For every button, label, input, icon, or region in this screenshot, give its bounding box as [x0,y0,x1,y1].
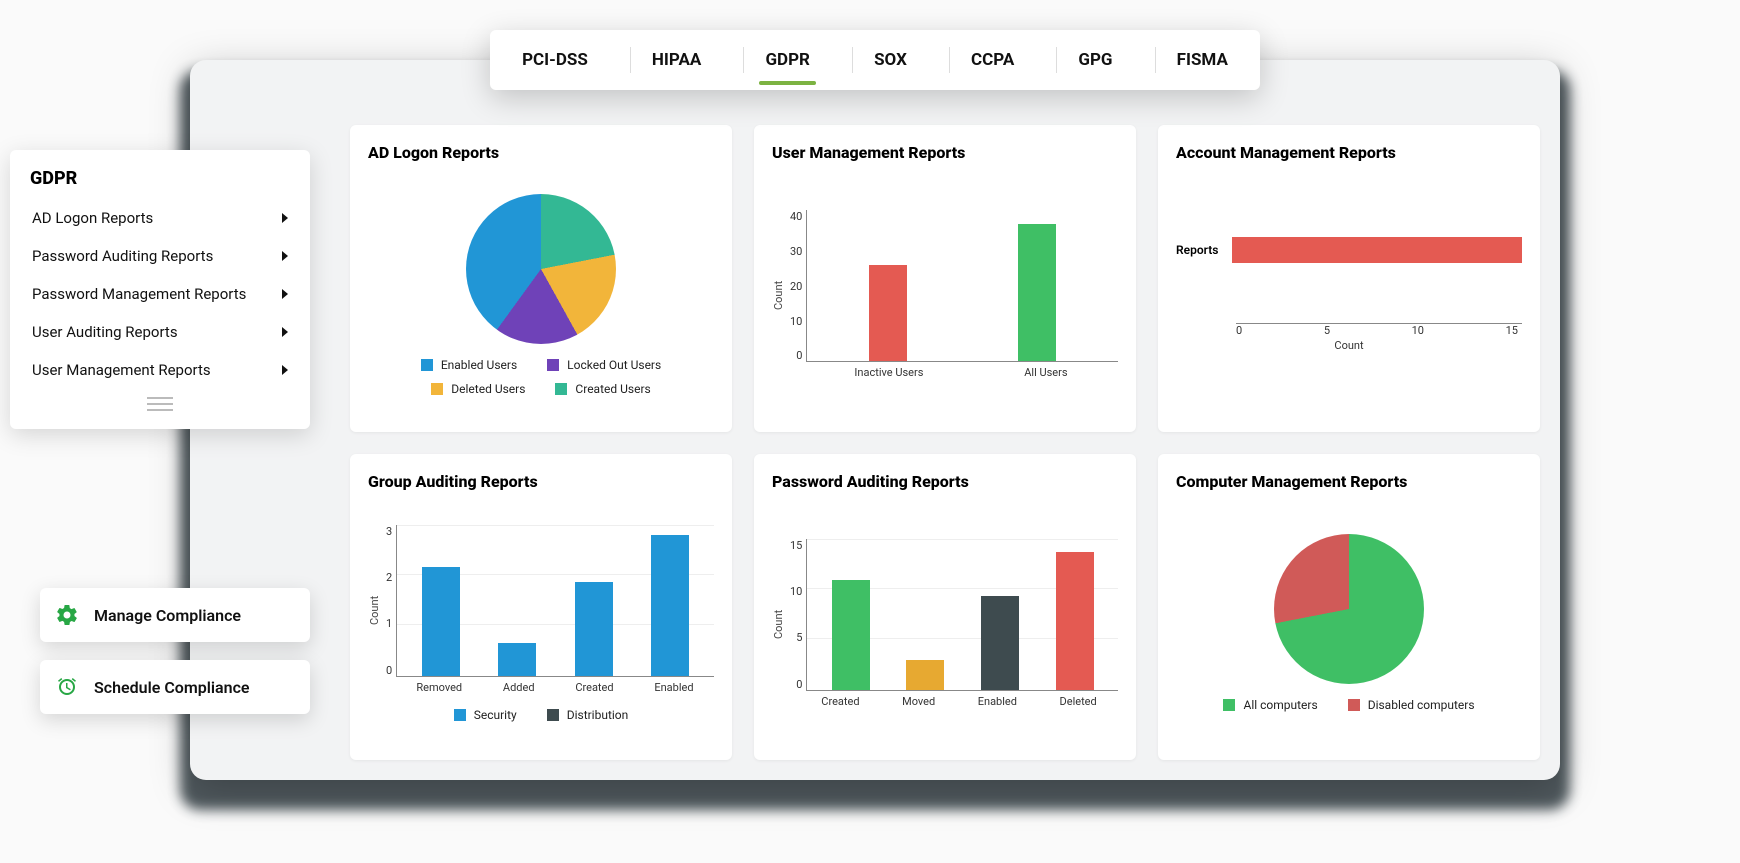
caret-right-icon [282,213,288,223]
card-title: AD Logon Reports [368,143,714,162]
bar-created [575,582,613,676]
tab-hipaa[interactable]: HIPAA [638,32,715,88]
caret-right-icon [282,327,288,337]
caret-right-icon [282,251,288,261]
sidebar-item-user-mgmt[interactable]: User Management Reports [10,351,310,389]
sidebar-item-label: Password Auditing Reports [32,247,213,265]
caret-right-icon [282,365,288,375]
legend-item: Created Users [555,382,650,396]
pie-comp-mgmt [1274,534,1424,684]
sidebar-item-ad-logon[interactable]: AD Logon Reports [10,199,310,237]
legend-item: All computers [1223,698,1317,712]
y-axis-label: Count [772,210,788,380]
card-title: Computer Management Reports [1176,472,1522,491]
hbar-track [1232,237,1522,263]
hbar-fill [1232,237,1522,263]
card-comp-mgmt: Computer Management Reports All computer… [1158,454,1540,761]
legend-item: Locked Out Users [547,358,661,372]
sidebar-item-user-audit[interactable]: User Auditing Reports [10,313,310,351]
legend-item: Security [454,708,517,722]
card-title: Account Management Reports [1176,143,1522,162]
pie-chart: All computers Disabled computers [1176,501,1522,747]
sidebar-item-label: Password Management Reports [32,285,246,303]
plot-area [396,525,714,677]
caret-right-icon [282,289,288,299]
card-title: Group Auditing Reports [368,472,714,491]
card-group-audit: Group Auditing Reports Count 3 2 1 0 [350,454,732,761]
sidebar-item-label: User Auditing Reports [32,323,178,341]
legend: Enabled Users Locked Out Users Deleted U… [368,358,714,396]
hbar-row-label: Reports [1176,243,1218,257]
bar-created [832,580,870,690]
bar-enabled [981,596,1019,690]
card-ad-logon: AD Logon Reports Enabled Users Locked Ou… [350,125,732,432]
pie-ad-logon [466,194,616,344]
card-user-mgmt: User Management Reports Count 40 30 20 1… [754,125,1136,432]
bar-deleted [1056,552,1094,689]
sidebar: GDPR AD Logon Reports Password Auditing … [10,150,310,429]
hamburger-icon[interactable] [147,397,173,411]
reports-grid: AD Logon Reports Enabled Users Locked Ou… [350,125,1540,760]
y-ticks: 3 2 1 0 [384,525,396,695]
bar-moved [906,660,944,690]
hbar-chart: Reports 0 5 10 15 Count [1176,172,1522,418]
x-ticks: 0 5 10 15 [1236,324,1518,337]
bar-all-users [1018,224,1056,361]
pie-chart: Enabled Users Locked Out Users Deleted U… [368,172,714,418]
legend: All computers Disabled computers [1223,698,1474,712]
sidebar-title: GDPR [10,168,310,199]
bar-chart: Count 40 30 20 10 0 [772,172,1118,418]
y-axis-label: Count [772,539,788,709]
app-window: AD Logon Reports Enabled Users Locked Ou… [190,60,1560,780]
legend: Security Distribution [368,708,714,722]
x-axis-label: Count [1176,339,1522,352]
plot-area [806,210,1118,362]
bar-chart: Count 15 10 5 0 [772,501,1118,747]
bar-removed [422,567,460,676]
action-label: Manage Compliance [94,606,241,625]
plot-area [806,539,1118,691]
legend-item: Enabled Users [421,358,517,372]
card-title: User Management Reports [772,143,1118,162]
bar-added [498,643,536,676]
y-ticks: 40 30 20 10 0 [788,210,806,380]
y-axis-label: Count [368,525,384,695]
sidebar-item-pwd-audit[interactable]: Password Auditing Reports [10,237,310,275]
manage-compliance-button[interactable]: Manage Compliance [40,588,310,642]
compliance-tabs: PCI-DSS HIPAA GDPR SOX CCPA GPG FISMA [490,30,1260,90]
sidebar-item-label: User Management Reports [32,361,211,379]
tab-sox[interactable]: SOX [860,32,921,88]
legend-item: Deleted Users [431,382,525,396]
bar-chart: Count 3 2 1 0 [368,501,714,747]
gear-icon [54,602,80,628]
card-title: Password Auditing Reports [772,472,1118,491]
tab-fisma[interactable]: FISMA [1163,32,1242,88]
card-acct-mgmt: Account Management Reports Reports 0 5 1… [1158,125,1540,432]
tab-gpg[interactable]: GPG [1064,32,1126,88]
legend-item: Disabled computers [1348,698,1475,712]
alarm-clock-icon [54,674,80,700]
legend-item: Distribution [547,708,629,722]
schedule-compliance-button[interactable]: Schedule Compliance [40,660,310,714]
tab-ccpa[interactable]: CCPA [957,32,1028,88]
y-ticks: 15 10 5 0 [788,539,806,709]
tab-pci-dss[interactable]: PCI-DSS [508,32,602,88]
sidebar-item-pwd-mgmt[interactable]: Password Management Reports [10,275,310,313]
tab-gdpr[interactable]: GDPR [751,32,823,88]
bar-enabled [651,535,689,675]
action-label: Schedule Compliance [94,678,250,697]
sidebar-item-label: AD Logon Reports [32,209,153,227]
bar-inactive-users [869,265,907,362]
card-pwd-audit: Password Auditing Reports Count 15 10 5 … [754,454,1136,761]
